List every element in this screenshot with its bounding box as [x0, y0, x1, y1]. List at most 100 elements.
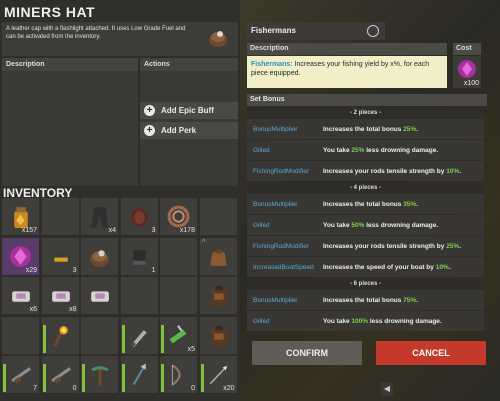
inventory-slot[interactable]: ^	[199, 237, 237, 275]
actions-panel: Actions + Add Epic Buff + Add Perk	[140, 58, 238, 186]
inventory-slot[interactable]: x5	[160, 316, 197, 354]
inventory-slot[interactable]: 7	[2, 356, 39, 393]
gloves-icon	[132, 249, 146, 265]
inventory-slot[interactable]	[120, 316, 158, 354]
bonus-percent: 10%	[435, 263, 449, 271]
slot-amount: x157	[21, 227, 37, 234]
inventory-slot[interactable]	[2, 316, 39, 354]
bonus-text-pre: Increases the total bonus	[323, 296, 404, 304]
slot-amount: 3	[72, 266, 77, 274]
inventory-slot[interactable]: 0	[41, 356, 79, 393]
add-perk-label: Add Perk	[161, 126, 197, 135]
inventory-slot[interactable]: x29	[2, 237, 39, 275]
cost-slot: x100	[453, 56, 481, 88]
syringe-icon	[169, 324, 187, 343]
inventory-slot[interactable]: 3	[120, 198, 158, 235]
slot-amount: x29	[25, 266, 37, 274]
inventory-slot[interactable]	[120, 277, 158, 314]
inventory-slot[interactable]: x20	[199, 356, 237, 393]
bonus-key: Gilled	[253, 317, 270, 325]
bonus-value: Increases the total bonus 75%.	[323, 297, 418, 304]
bonus-value: Increases your rods tensile strength by …	[323, 168, 461, 175]
inventory-slot[interactable]: x4	[81, 198, 118, 235]
inventory-slot[interactable]	[41, 198, 79, 235]
slot-amount: 0	[191, 385, 195, 392]
inventory-slot[interactable]: 3	[41, 237, 79, 275]
bonus-key: FishingRodModifier	[253, 242, 309, 250]
set-bonus-row: Gilled You take 100% less drowning damage…	[247, 311, 484, 331]
plus-icon: +	[144, 105, 155, 116]
set-description-keyword: Fishermans:	[251, 61, 293, 68]
dark-pants-icon	[91, 207, 108, 228]
inventory-slot[interactable]	[160, 277, 197, 314]
pickaxe-icon	[91, 366, 109, 386]
inventory-slot[interactable]: x6	[2, 277, 39, 314]
inventory-slot[interactable]	[81, 237, 118, 275]
cost-amount: x100	[463, 80, 479, 87]
inventory-slot[interactable]: x8	[41, 277, 79, 314]
confirm-button[interactable]: CONFIRM	[252, 341, 362, 365]
slot-amount: 1	[151, 266, 156, 274]
inventory-slot[interactable]	[120, 356, 158, 393]
bonus-text-post: less drowning damage.	[368, 317, 442, 325]
bonus-percent: 25%	[446, 242, 460, 250]
bonus-percent: 10%	[446, 167, 460, 175]
set-bonus-row: BonusMultiplier Increases the total bonus…	[247, 194, 484, 214]
inventory-slot[interactable]	[81, 316, 118, 354]
inventory-slot[interactable]	[81, 277, 118, 314]
inventory-slot[interactable]: 1	[120, 237, 158, 275]
inventory-slot[interactable]	[199, 316, 237, 354]
bonus-key: Gilled	[253, 146, 270, 154]
bonus-key: IncreasedBoatSpeed	[253, 263, 314, 271]
description-header: Description	[2, 58, 138, 71]
inventory-slot[interactable]: x178	[160, 198, 197, 235]
scroll-left-icon[interactable]: ◀	[381, 382, 393, 396]
tier-separator: - 2 pieces -	[247, 107, 484, 119]
item-description: A leather cap with a flashlight attached…	[6, 26, 186, 40]
set-description: Fishermans: Increases your fishing yield…	[247, 56, 447, 88]
condition-bar	[200, 364, 204, 392]
add-epic-buff-label: Add Epic Buff	[161, 106, 214, 115]
inventory-slot[interactable]: x157	[2, 198, 39, 235]
bonus-text-post: .	[448, 263, 451, 271]
inventory-slot[interactable]	[160, 237, 197, 275]
bonus-percent: 75%	[403, 296, 417, 304]
rifle-icon	[11, 367, 32, 384]
item-description-box: A leather cap with a flashlight attached…	[2, 22, 238, 56]
set-name-dropdown[interactable]: Fishermans	[247, 22, 385, 40]
bonus-key: Gilled	[253, 221, 270, 229]
inventory-slot[interactable]	[41, 316, 79, 354]
bonus-text-post: less drowning damage.	[364, 221, 439, 229]
condition-bar	[121, 364, 125, 392]
inventory-slot[interactable]: 0	[160, 356, 197, 393]
add-epic-buff-button[interactable]: + Add Epic Buff	[140, 102, 238, 119]
bonus-text-pre: Increases the speed of your boat by	[323, 263, 436, 271]
inventory-slot[interactable]	[199, 277, 237, 314]
condition-bar	[3, 364, 6, 392]
set-bonus-row: IncreasedBoatSpeed Increases the speed of…	[247, 257, 484, 277]
condition-bar	[121, 324, 125, 353]
set-bonus-list[interactable]: - 2 pieces - BonusMultiplier Increases the…	[247, 107, 484, 337]
bonus-value: Increases your rods tensile strength by …	[323, 243, 461, 250]
spear-icon	[132, 363, 146, 385]
add-perk-button[interactable]: + Add Perk	[140, 122, 238, 139]
miners-hat-icon	[209, 31, 227, 47]
cancel-button[interactable]: CANCEL	[376, 341, 486, 365]
set-bonus-row: FishingRodModifier Increases your rods te…	[247, 236, 484, 256]
condition-bar	[161, 364, 164, 392]
bonus-value: Increases the total bonus 35%.	[323, 201, 418, 208]
bonus-percent: 25%	[351, 146, 365, 154]
bonus-text-pre: Increases the total bonus	[323, 125, 404, 133]
torch-icon	[52, 325, 68, 347]
inventory-slot[interactable]	[199, 198, 237, 235]
bonus-key: BonusMultiplier	[253, 125, 298, 133]
bonus-text-pre: Increases the total bonus	[323, 200, 404, 208]
tier-separator: - 4 pieces -	[247, 182, 484, 194]
bonus-value: Increases the total bonus 25%.	[323, 126, 418, 133]
set-bonus-row: Gilled You take 25% less drowning damage.	[247, 140, 484, 160]
cloth-bundle-icon	[91, 291, 109, 302]
slot-amount: x5	[187, 345, 195, 353]
bonus-text-pre: You take	[323, 317, 352, 325]
inventory-slot[interactable]	[81, 356, 118, 393]
set-select-radio[interactable]	[367, 25, 379, 37]
